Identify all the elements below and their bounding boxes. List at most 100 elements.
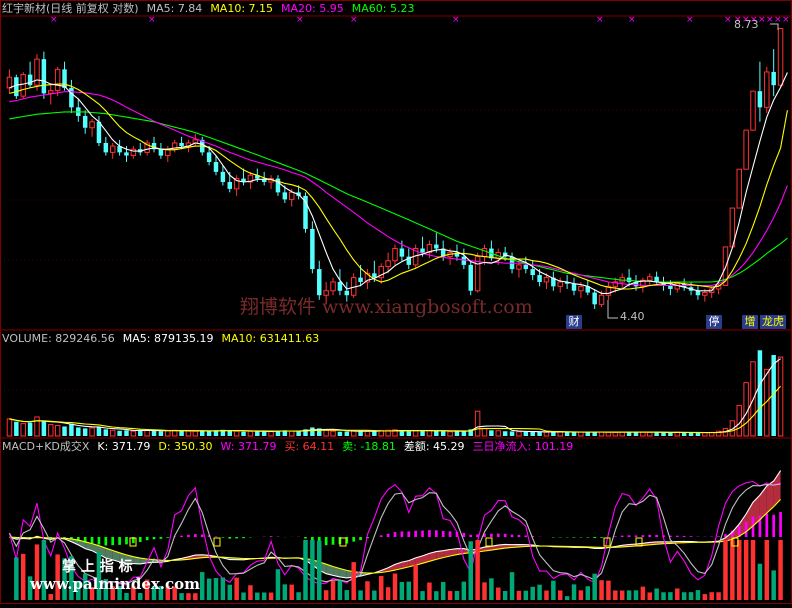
flow-bar: [682, 592, 686, 600]
volume-bar-up: [49, 425, 53, 436]
flow-value: : 101.19: [528, 440, 574, 453]
volume-bar-up: [35, 417, 39, 436]
flow-bar: [221, 578, 225, 601]
flow-bar: [193, 593, 197, 600]
flow-bar: [338, 580, 342, 600]
flow-bar: [214, 578, 218, 600]
flow-bar: [179, 593, 183, 600]
vol-ma5-label: MA5:: [123, 332, 151, 345]
volume-bar-down: [228, 430, 232, 436]
candle-body-up: [393, 249, 397, 261]
flow-bar: [49, 594, 53, 600]
volume-bar-up: [365, 431, 369, 436]
candle-body-up: [751, 91, 755, 130]
watermark-palm-url: www.palmindex.com: [30, 575, 200, 593]
volume-bar-down: [159, 431, 163, 436]
ma5-line: [9, 73, 787, 294]
signal-marker: ×: [686, 15, 694, 25]
volume-bar-up: [289, 431, 293, 436]
candle-body-up: [21, 75, 25, 97]
buy-signal-marker: [214, 538, 220, 546]
volume-bar-down: [407, 431, 411, 436]
volume-bar-down: [510, 431, 514, 436]
candle-body-down: [124, 152, 128, 155]
volume-bar-down: [97, 427, 101, 436]
candle-body-down: [83, 116, 87, 128]
volume-bar-up: [641, 432, 645, 436]
flow-bar: [627, 590, 631, 600]
ma5-label: MA5:: [147, 2, 175, 15]
volume-bar-up: [448, 432, 452, 436]
volume-bar-up: [558, 432, 562, 436]
candle-body-up: [7, 77, 11, 88]
flow-bar: [296, 592, 300, 600]
k-label: K: [97, 440, 104, 453]
candle-body-up: [558, 282, 562, 286]
flow-bar: [138, 593, 142, 600]
tag-cai[interactable]: 财: [566, 315, 582, 329]
flow-bar: [675, 588, 679, 600]
signal-marker: ×: [782, 15, 790, 25]
volume-bar-up: [55, 426, 59, 436]
volume-bar-up: [475, 411, 479, 436]
candle-body-up: [579, 286, 583, 290]
volume-ma5-line: [9, 359, 780, 433]
volume-label: VOLUME:: [2, 332, 52, 345]
candle-body-down: [42, 59, 46, 93]
volume-bar-up: [90, 428, 94, 436]
flow-bar: [262, 593, 266, 601]
volume-bar-down: [503, 431, 507, 436]
volume-bar-down: [28, 423, 32, 436]
ma20-value: 5.95: [319, 2, 344, 15]
flow-bar: [544, 591, 548, 600]
ma60-line: [9, 112, 787, 282]
tag-longhu[interactable]: 龙虎: [760, 315, 786, 329]
signal-marker: ×: [452, 15, 460, 25]
candle-body-down: [28, 75, 32, 86]
volume-bar-down: [104, 429, 108, 436]
tag-zeng[interactable]: 增: [742, 315, 758, 329]
volume-bar-down: [654, 433, 658, 436]
ma10-label: MA10:: [210, 2, 245, 15]
candle-body-down: [338, 282, 342, 291]
signal-marker: ×: [596, 15, 604, 25]
volume-bar-up: [7, 419, 11, 436]
candle-body-down: [310, 229, 314, 269]
candle-body-up: [289, 192, 293, 199]
candle-body-down: [228, 182, 232, 189]
candle-body-down: [696, 291, 700, 295]
volume-bar-up: [648, 432, 652, 436]
flow-bar: [737, 540, 741, 600]
k-value: : 371.79: [105, 440, 151, 453]
candle-body-down: [420, 249, 424, 253]
flow-bar: [255, 593, 259, 600]
candle-body-up: [55, 69, 59, 90]
volume-bar-up: [110, 430, 114, 436]
tag-ting[interactable]: 停: [706, 315, 722, 329]
flow-bar: [689, 592, 693, 600]
volume-bar-down: [441, 431, 445, 436]
flow-bar: [771, 570, 775, 600]
stock-title: 红宇新材(日线 前复权 对数): [2, 2, 139, 15]
buy-label: 买: [284, 440, 295, 453]
volume-bar-up: [427, 430, 431, 436]
candle-body-down: [14, 77, 18, 96]
flow-bar: [496, 588, 500, 600]
flow-bar: [393, 574, 397, 600]
signal-marker: ×: [724, 15, 732, 25]
volume-panel: [7, 350, 783, 436]
volume-ma10-line: [9, 386, 780, 432]
flow-bar: [530, 587, 534, 600]
volume-bar-down: [586, 432, 590, 436]
flow-bar: [269, 593, 273, 600]
candle-body-down: [358, 278, 362, 282]
volume-bar-down: [69, 424, 73, 436]
flow-bar: [413, 565, 417, 600]
flow-bar: [407, 582, 411, 600]
candle-body-down: [462, 257, 466, 265]
volume-bar-down: [524, 432, 528, 436]
flow-bar: [372, 591, 376, 600]
flow-bar: [468, 541, 472, 600]
volume-bar-down: [345, 431, 349, 436]
flow-bar: [482, 582, 486, 600]
